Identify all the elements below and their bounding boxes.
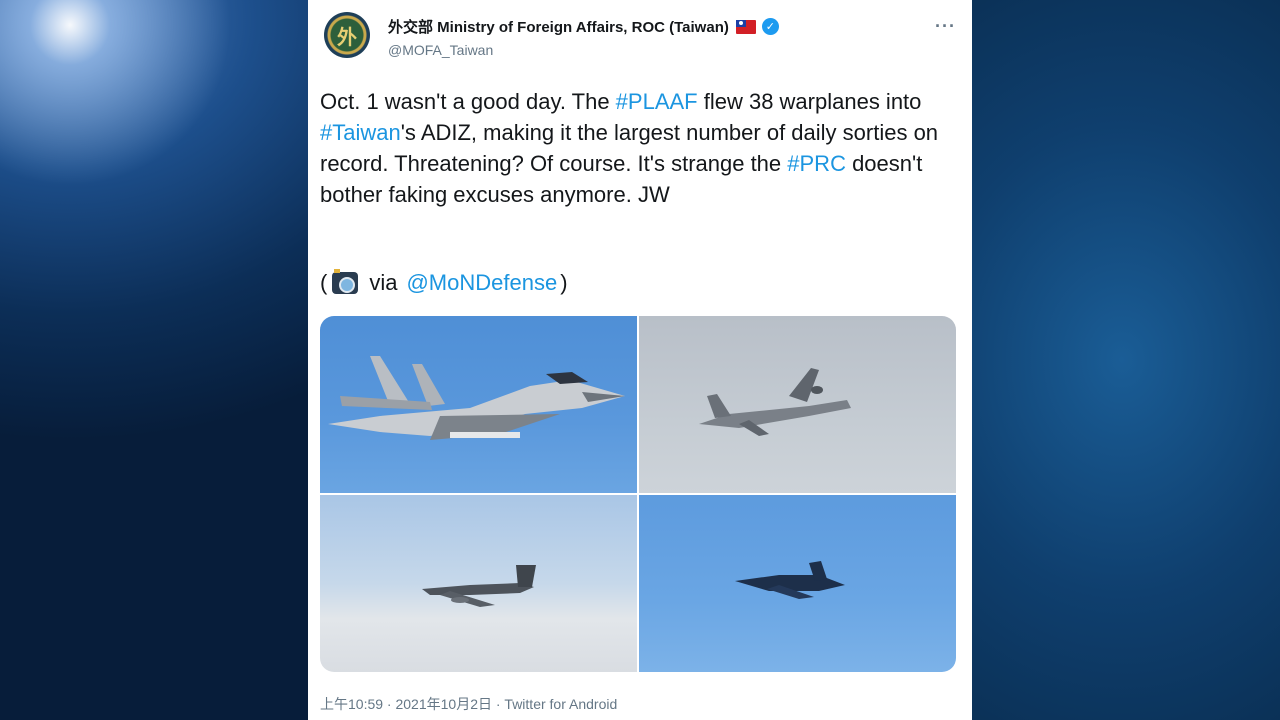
avatar[interactable]: 外 xyxy=(324,12,370,58)
avatar-glyph: 外 xyxy=(337,26,357,49)
open-paren: ( xyxy=(320,270,328,295)
tweet-header: 外 外交部 Ministry of Foreign Affairs, ROC (… xyxy=(324,12,956,68)
bomber-icon xyxy=(422,565,536,607)
patrol-aircraft-icon xyxy=(699,368,851,436)
photo-patrol-aircraft[interactable] xyxy=(639,316,956,493)
tweet-text: Oct. 1 wasn't a good day. The #PLAAF fle… xyxy=(320,86,950,210)
photo-fighter-jet[interactable] xyxy=(320,316,637,493)
tweet-text-segment: Oct. 1 wasn't a good day. The xyxy=(320,89,616,114)
hashtag-plaaf[interactable]: #PLAAF xyxy=(616,89,698,114)
via-word: via xyxy=(369,270,398,295)
tweet-card: 外 外交部 Ministry of Foreign Affairs, ROC (… xyxy=(308,0,972,720)
background-right-panel xyxy=(972,0,1280,720)
author-block: 外交部 Ministry of Foreign Affairs, ROC (Ta… xyxy=(388,16,779,58)
author-display-name[interactable]: 外交部 Ministry of Foreign Affairs, ROC (Ta… xyxy=(388,16,729,37)
camera-icon xyxy=(332,269,359,294)
author-name-row[interactable]: 外交部 Ministry of Foreign Affairs, ROC (Ta… xyxy=(388,16,779,37)
hashtag-prc[interactable]: #PRC xyxy=(787,151,846,176)
photo-credit: ( via @MoNDefense ) xyxy=(320,269,568,296)
fighter-jet-icon xyxy=(328,356,625,440)
taiwan-flag-icon xyxy=(735,19,756,34)
more-options-icon[interactable]: ··· xyxy=(935,16,956,37)
close-paren: ) xyxy=(560,270,568,295)
background-glow xyxy=(0,0,300,260)
author-handle[interactable]: @MOFA_Taiwan xyxy=(388,42,779,58)
hashtag-taiwan[interactable]: #Taiwan xyxy=(320,120,401,145)
tweet-timestamp[interactable]: 上午10:59 · 2021年10月2日 · Twitter for Andro… xyxy=(320,694,617,714)
distant-fighter-icon xyxy=(735,561,845,599)
verified-badge-icon: ✓ xyxy=(761,18,779,35)
photo-bomber[interactable] xyxy=(320,495,637,672)
tweet-text-segment: flew 38 warplanes into xyxy=(697,89,922,114)
mention-mondefense[interactable]: @MoNDefense xyxy=(406,270,557,296)
photo-fighter-distant[interactable] xyxy=(639,495,956,672)
photo-grid xyxy=(320,316,956,672)
